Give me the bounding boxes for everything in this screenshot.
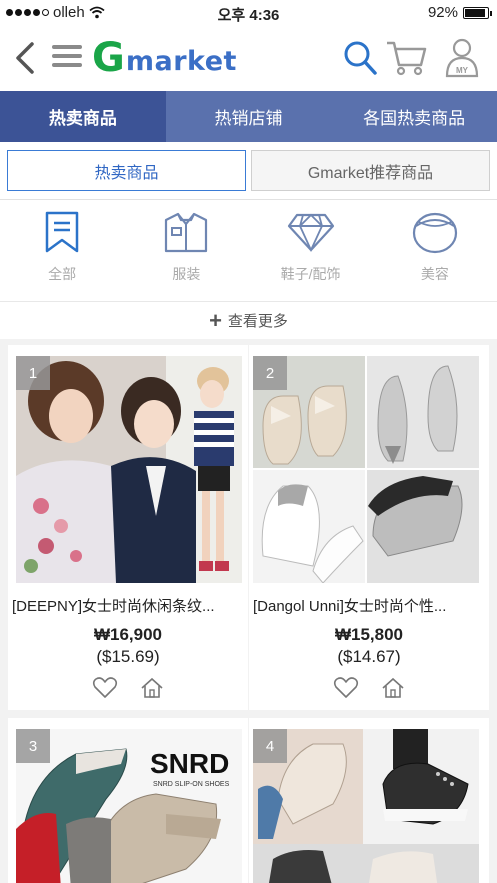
battery-percent: 92% [427, 4, 458, 21]
heart-icon[interactable] [92, 677, 118, 699]
product-title[interactable]: [DEEPNY]女士时尚休闲条纹... [12, 595, 248, 616]
rank-badge: 3 [16, 729, 50, 763]
tab-hot-products[interactable]: 热卖商品 [0, 91, 166, 142]
see-more-button[interactable]: + 查看更多 [0, 301, 497, 339]
snrd-brand-text: SNRD [150, 748, 229, 779]
product-image[interactable]: 2 [253, 356, 479, 583]
product-card[interactable]: 2 [Dangol Unni]女士时尚个性... ₩15,800 ($14.67… [249, 345, 489, 710]
rank-badge: 4 [253, 729, 287, 763]
see-more-label: 查看更多 [227, 313, 288, 330]
gmarket-logo[interactable]: G market [92, 38, 237, 78]
store-home-icon[interactable] [140, 677, 164, 699]
status-time: 오후 4:36 [217, 7, 280, 24]
category-bar: 全部 服装 鞋子/配饰 美容 [0, 200, 497, 301]
product-image[interactable]: 3 SNRD SNRD SLIP-ON SHOES [16, 729, 242, 883]
rank-badge: 2 [253, 356, 287, 390]
battery-icon [463, 6, 492, 19]
product-price: ₩15,800 [334, 625, 404, 644]
my-label: MY [456, 66, 469, 75]
my-account-icon[interactable]: MY [445, 38, 479, 78]
product-card[interactable]: 4 [249, 718, 489, 883]
search-icon[interactable] [342, 38, 378, 78]
product-card[interactable]: 1 [DEEPNY]女士时尚休闲条纹... ₩16,900 ($15.69) [8, 345, 248, 710]
cart-icon[interactable] [385, 38, 429, 78]
rank-badge: 1 [16, 356, 50, 390]
category-clothing[interactable]: 服装 [124, 200, 248, 301]
diamond-icon [287, 213, 334, 253]
app-header: G market MY [0, 26, 497, 91]
subtab-gmarket-recommended[interactable]: Gmarket推荐商品 [251, 150, 490, 191]
plus-icon: + [209, 307, 222, 333]
compact-icon [412, 212, 457, 254]
product-card[interactable]: 3 SNRD SNRD SLIP-ON SHOES [8, 718, 248, 883]
store-home-icon[interactable] [381, 677, 405, 699]
subtab-hot-products[interactable]: 热卖商品 [7, 150, 246, 191]
product-image[interactable]: 4 [253, 729, 479, 883]
status-bar: olleh 오후 4:36 92% [0, 0, 497, 26]
category-shoes-accessories[interactable]: 鞋子/配饰 [249, 200, 373, 301]
bookmark-icon [45, 211, 79, 253]
menu-icon[interactable] [52, 45, 82, 71]
heart-icon[interactable] [333, 677, 359, 699]
category-all[interactable]: 全部 [0, 200, 124, 301]
shirt-icon [165, 212, 208, 253]
tab-hot-stores[interactable]: 热销店铺 [166, 91, 332, 142]
tab-country-hot-products[interactable]: 各国热卖商品 [331, 91, 497, 142]
sub-tabs: 热卖商品 Gmarket推荐商品 [0, 142, 497, 200]
product-price-usd: ($15.69) [96, 647, 160, 666]
product-price-usd: ($14.67) [337, 647, 401, 666]
category-beauty[interactable]: 美容 [373, 200, 497, 301]
product-image[interactable]: 1 [16, 356, 242, 583]
snrd-brand-subtext: SNRD SLIP-ON SHOES [153, 781, 230, 788]
product-title[interactable]: [Dangol Unni]女士时尚个性... [253, 595, 489, 616]
back-icon[interactable] [12, 41, 38, 75]
main-tabs: 热卖商品 热销店铺 各国热卖商品 [0, 91, 497, 142]
product-price: ₩16,900 [93, 625, 163, 644]
